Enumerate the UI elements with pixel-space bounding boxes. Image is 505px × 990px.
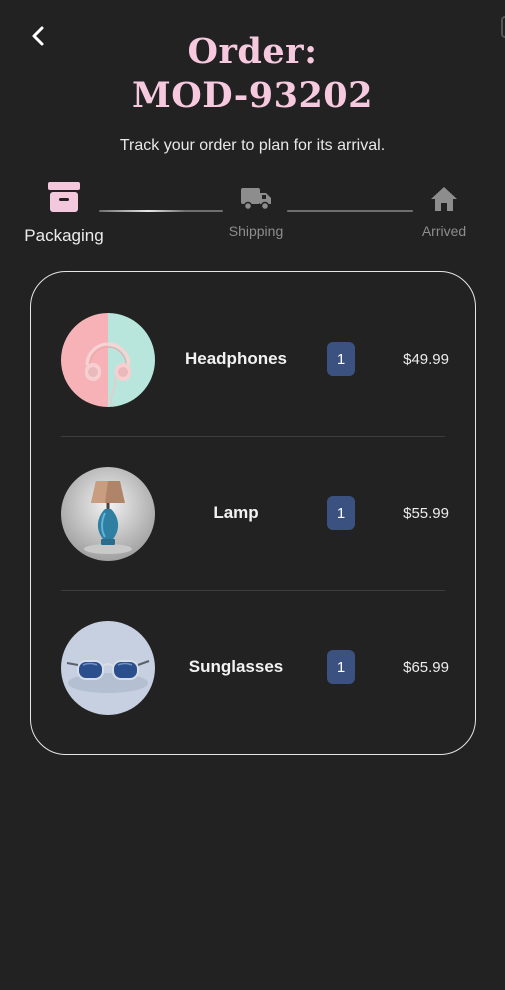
item-price: $65.99 — [403, 659, 449, 676]
step-label-packaging: Packaging — [24, 226, 104, 245]
progress-connector-2 — [287, 210, 413, 212]
page-subtitle: Track your order to plan for its arrival… — [119, 137, 386, 154]
order-item-row[interactable]: Headphones 1 $49.99 — [31, 272, 477, 426]
home-icon — [430, 186, 458, 212]
quantity-badge[interactable]: 1 — [327, 342, 355, 376]
item-price: $49.99 — [403, 351, 449, 368]
item-name: Headphones — [184, 349, 288, 368]
quantity-badge[interactable]: 1 — [327, 496, 355, 530]
quantity-badge[interactable]: 1 — [327, 650, 355, 684]
lamp-image — [61, 467, 155, 561]
archive-box-icon — [47, 180, 81, 214]
order-number: MOD-93202 — [131, 75, 374, 116]
order-item-row[interactable]: Lamp 1 $55.99 — [31, 426, 477, 580]
step-label-arrived: Arrived — [421, 223, 467, 239]
sunglasses-image — [61, 621, 155, 715]
title-line-1: Order: — [187, 31, 318, 72]
item-price: $55.99 — [403, 505, 449, 522]
item-name: Sunglasses — [188, 657, 284, 676]
headphones-image — [61, 313, 155, 407]
page-title: Order: MOD-93202 — [0, 30, 505, 118]
order-tracking-screen: Order: MOD-93202 Track your order to pla… — [0, 0, 505, 990]
truck-icon — [240, 186, 272, 212]
order-item-row[interactable]: Sunglasses 1 $65.99 — [31, 580, 477, 734]
progress-connector-1 — [99, 210, 223, 212]
item-name: Lamp — [213, 503, 259, 522]
step-label-shipping: Shipping — [228, 223, 284, 239]
order-items-card: Headphones 1 $49.99 Lamp 1 $55.99 Sungla… — [30, 271, 476, 755]
